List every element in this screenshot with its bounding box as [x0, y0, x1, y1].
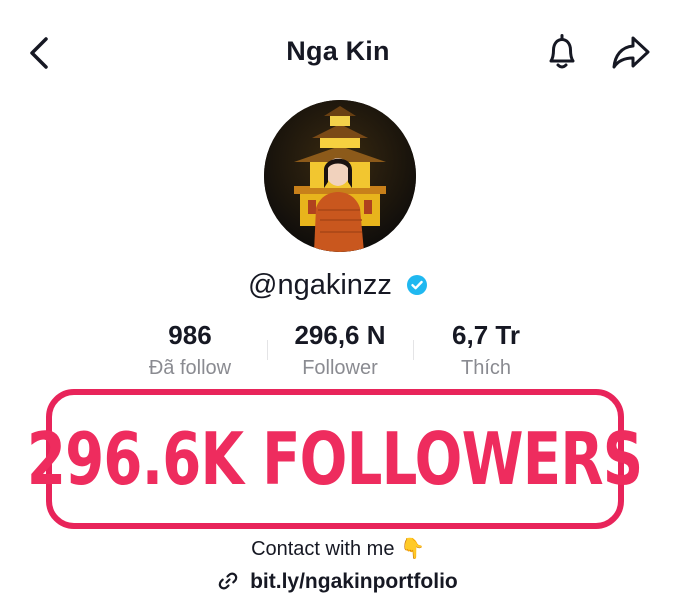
followers-stat[interactable]: 296,6 N Follower [270, 320, 410, 380]
stat-divider [413, 340, 414, 360]
share-button[interactable] [608, 30, 654, 74]
link-text: bit.ly/ngakinportfolio [250, 570, 458, 593]
bell-icon [549, 34, 575, 69]
avatar-photo [264, 100, 416, 252]
followers-label: Follower [302, 357, 378, 379]
profile-avatar[interactable] [264, 100, 416, 252]
bio-text: Contact with me [251, 538, 395, 560]
following-label: Đã follow [148, 357, 232, 379]
likes-label: Thích [460, 357, 512, 379]
followers-banner: 296.6K FOLLOWERS [27, 389, 644, 529]
pointing-down-emoji: 👇 [400, 538, 425, 560]
likes-stat[interactable]: 6,7 Tr Thích [416, 320, 556, 380]
following-count: 986 [168, 320, 212, 350]
verified-badge-icon [406, 275, 427, 296]
stat-divider [267, 340, 268, 360]
username: @ngakinzz [248, 268, 392, 301]
notification-bell-button[interactable] [540, 30, 584, 74]
top-bar: Nga Kin [0, 0, 676, 104]
username-row: @ngakinzz [0, 268, 676, 302]
banner-text: 296.6K FOLLOWERS [27, 417, 643, 501]
share-arrow-icon [612, 36, 650, 69]
profile-stats: 986 Đã follow 296,6 N Follower 6,7 Tr Th… [120, 320, 560, 382]
following-stat[interactable]: 986 Đã follow [120, 320, 260, 380]
link-icon [218, 572, 238, 590]
likes-count: 6,7 Tr [452, 320, 520, 350]
profile-link[interactable]: bit.ly/ngakinportfolio [0, 570, 676, 594]
bio: Contact with me 👇 [0, 536, 676, 561]
followers-count: 296,6 N [294, 320, 386, 350]
